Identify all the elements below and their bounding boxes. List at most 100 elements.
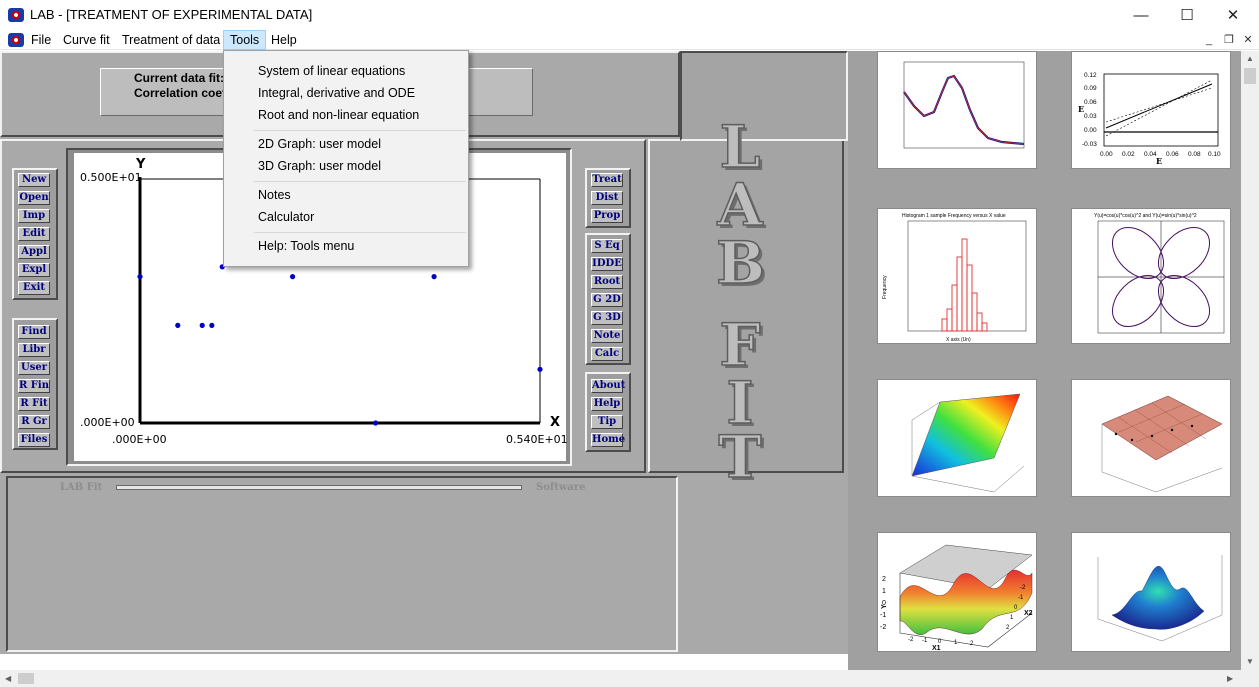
home-button[interactable]: Home [591,433,625,447]
horizontal-scrollbar[interactable]: ◀ ▶ [0,670,1259,687]
thumb-histogram[interactable]: Histogram 1 sample Frequency versus X va… [877,208,1037,344]
tip-button[interactable]: Tip [591,415,623,429]
svg-text:1: 1 [1010,615,1014,621]
menu-item-help-tools[interactable]: Help: Tools menu [258,239,354,253]
menu-item-linear-equations[interactable]: System of linear equations [258,64,405,78]
dist-button[interactable]: Dist [591,191,623,205]
s-eq-button[interactable]: S Eq [591,239,623,253]
library-button[interactable]: Libr [18,343,50,357]
root-button[interactable]: Root [591,275,623,289]
fit-button-group: Find Libr User R Fin R Fit R Gr Files [12,318,58,450]
svg-text:Frequency: Frequency [882,275,888,299]
info-button-group: About Help Tip Home [585,372,631,452]
maximize-button[interactable]: ☐ [1164,0,1210,30]
thumb-surface-2[interactable] [1071,379,1231,497]
menu-item-notes[interactable]: Notes [258,188,291,202]
svg-text:-2: -2 [908,637,914,643]
r-fin-button[interactable]: R Fin [18,379,50,393]
menu-tools[interactable]: Tools [223,30,267,50]
append-button[interactable]: Appl [18,245,50,259]
mdi-child-icon[interactable] [8,33,24,47]
r-gr-button[interactable]: R Gr [18,415,50,429]
thumb-linear-fit[interactable]: E E 0.12 0.09 0.06 0.03 0.00 -0.03 0.00 … [1071,51,1231,169]
data-point [289,274,296,280]
brand-letter-l: L [719,113,761,181]
app-icon [8,8,24,22]
menu-help[interactable]: Help [265,30,303,50]
calc-button[interactable]: Calc [591,347,623,361]
svg-text:0.06: 0.06 [1166,151,1179,158]
scroll-down-icon[interactable]: ▼ [1246,657,1254,666]
scroll-left-icon[interactable]: ◀ [5,674,11,683]
thumb-fit-curve[interactable] [877,51,1037,169]
brand-letter-a: A [717,171,764,239]
svg-text:1: 1 [954,640,958,646]
brand-letter-t: T [718,423,763,491]
thumb-surface-3[interactable]: 2 1 0 -1 -2 Y -2 -1 0 1 2 X1 -2 -1 0 1 2… [877,532,1037,652]
svg-text:-0.03: -0.03 [1082,141,1097,148]
svg-text:X1: X1 [932,645,941,652]
menu-separator [254,130,466,131]
import-button[interactable]: Imp [18,209,50,223]
y-axis-label: Y [136,157,146,172]
menu-curve-fit[interactable]: Curve fit [57,30,116,50]
thumb-surface-1[interactable] [877,379,1037,497]
thumb-rose-curve[interactable]: Y(u)=cos(u)*cos(u)^2 and Y(u)=sin(u)*sin… [1071,208,1231,344]
file-button-group: New Open Imp Edit Appl Expl Exit [12,168,58,300]
idde-button[interactable]: IDDE [591,257,623,271]
g-2d-button[interactable]: G 2D [591,293,623,307]
mdi-close-button[interactable]: ✕ [1239,32,1257,48]
about-button[interactable]: About [591,379,625,393]
menu-item-root-nonlinear[interactable]: Root and non-linear equation [258,108,419,122]
svg-text:0.12: 0.12 [1084,72,1097,79]
data-point [199,322,205,328]
menu-item-3d-graph[interactable]: 3D Graph: user model [258,159,381,173]
title-bar: LAB - [TREATMENT OF EXPERIMENTAL DATA] —… [0,0,1259,30]
menu-file[interactable]: File [25,30,57,50]
horizontal-scroll-thumb[interactable] [18,673,34,684]
help-button[interactable]: Help [591,397,623,411]
menu-bar: File Curve fit Treatment of data Tools H… [0,30,1259,50]
user-button[interactable]: User [18,361,50,375]
svg-text:Y(u)=cos(u)*cos(u)^2 and Y(u)=: Y(u)=cos(u)*cos(u)^2 and Y(u)=sin(u)*sin… [1094,213,1197,219]
menu-item-integral-derivative-ode[interactable]: Integral, derivative and ODE [258,86,415,100]
exit-button[interactable]: Exit [18,281,50,295]
g-3d-button[interactable]: G 3D [591,311,623,325]
menu-separator [254,232,466,233]
tools-button-group: S Eq IDDE Root G 2D G 3D Note Calc [585,233,631,365]
r-fit-button[interactable]: R Fit [18,397,50,411]
svg-text:-1: -1 [922,638,928,644]
menu-item-2d-graph[interactable]: 2D Graph: user model [258,137,381,151]
menu-treatment-of-data[interactable]: Treatment of data [116,30,226,50]
vertical-scroll-thumb[interactable] [1244,68,1256,84]
scroll-up-icon[interactable]: ▲ [1246,54,1254,63]
find-button[interactable]: Find [18,325,50,339]
menu-item-calculator[interactable]: Calculator [258,210,314,224]
x-axis-label: X [550,415,561,430]
x-min-label: .000E+00 [112,433,167,446]
mdi-restore-button[interactable]: ❐ [1220,32,1238,48]
thumb-surface-4[interactable] [1071,532,1231,652]
svg-text:X axis (Un): X axis (Un) [946,337,971,343]
open-button[interactable]: Open [18,191,50,205]
svg-text:0.08: 0.08 [1188,151,1201,158]
treat-button[interactable]: Treat [591,173,623,187]
note-button[interactable]: Note [591,329,623,343]
y-min-label: .000E+00 [80,416,135,429]
vertical-scrollbar[interactable]: ▲ ▼ [1241,51,1259,670]
mdi-minimize-button[interactable]: _ [1200,32,1218,48]
edit-button[interactable]: Edit [18,227,50,241]
close-button[interactable]: ✕ [1210,0,1256,30]
new-button[interactable]: New [18,173,50,187]
svg-text:0.04: 0.04 [1144,151,1157,158]
svg-text:-1: -1 [880,612,886,619]
scroll-right-icon[interactable]: ▶ [1227,674,1233,683]
svg-text:0.00: 0.00 [1084,127,1097,134]
export-button[interactable]: Expl [18,263,50,277]
minimize-button[interactable]: — [1118,0,1164,30]
svg-text:2: 2 [882,576,886,583]
brand-letter-b: B [715,229,766,297]
y-max-label: 0.500E+01 [80,171,142,184]
prop-button[interactable]: Prop [591,209,623,223]
files-button[interactable]: Files [18,433,50,447]
